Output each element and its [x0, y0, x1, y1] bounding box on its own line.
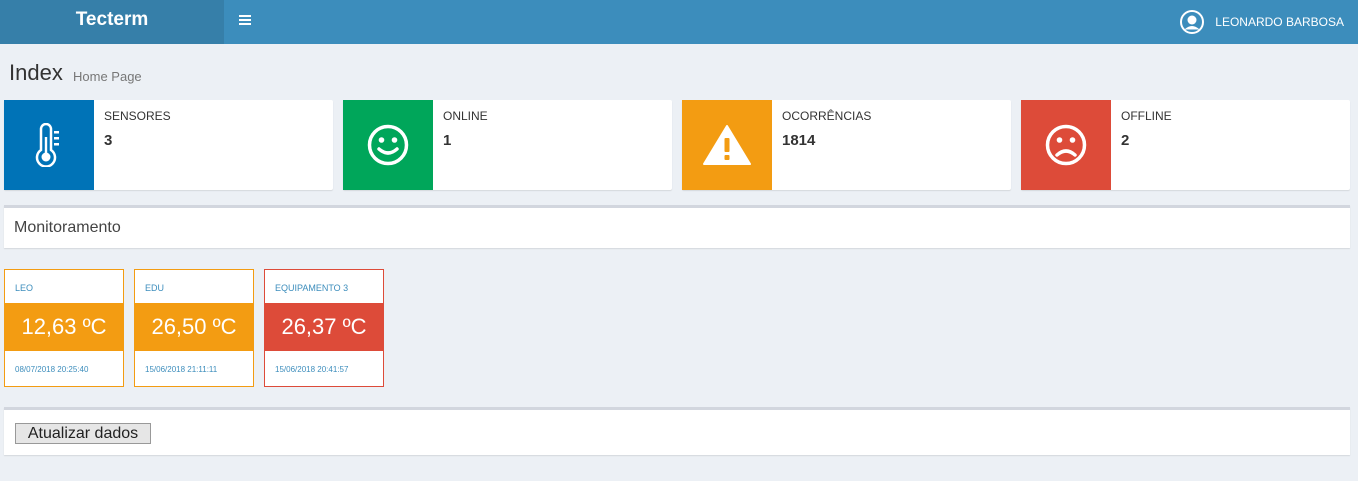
user-name: LEONARDO BARBOSA	[1215, 15, 1344, 29]
monitor-card-edu[interactable]: EDU 26,50 ºC 15/06/2018 21:11:11	[134, 269, 254, 387]
monitoring-title: Monitoramento	[14, 219, 121, 236]
frown-icon	[1021, 100, 1111, 190]
info-label: ONLINE	[443, 109, 488, 123]
main-header: Tecterm LEONARDO BARBOSA	[0, 0, 1358, 44]
actions-box	[4, 407, 1350, 455]
monitor-card-leo[interactable]: LEO 12,63 ºC 08/07/2018 20:25:40	[4, 269, 124, 387]
info-box-offline: OFFLINE 2	[1021, 100, 1350, 190]
page-title: Index	[9, 60, 63, 85]
user-menu[interactable]: LEONARDO BARBOSA	[1180, 0, 1358, 44]
info-label: OCORRÊNCIAS	[782, 109, 872, 123]
monitor-card-equipamento-3[interactable]: EQUIPAMENTO 3 26,37 ºC 15/06/2018 20:41:…	[264, 269, 384, 387]
thermometer-icon	[4, 100, 94, 190]
monitor-name: EDU	[145, 283, 165, 293]
info-box-sensores: SENSORES 3	[4, 100, 333, 190]
monitor-timestamp: 15/06/2018 20:41:57	[275, 365, 349, 374]
monitor-name: EQUIPAMENTO 3	[275, 283, 349, 293]
monitor-temperature: 26,50 ºC	[135, 303, 253, 351]
smile-icon	[343, 100, 433, 190]
warning-icon	[682, 100, 772, 190]
info-value: 2	[1121, 132, 1130, 149]
info-value: 1814	[782, 132, 816, 149]
update-data-button[interactable]: Atualizar dados	[15, 423, 151, 444]
info-box-ocorrencias: OCORRÊNCIAS 1814	[682, 100, 1011, 190]
hamburger-icon[interactable]	[234, 9, 258, 33]
monitor-temperature: 26,37 ºC	[265, 303, 383, 351]
page-subtitle: Home Page	[73, 69, 142, 84]
monitor-timestamp: 15/06/2018 21:11:11	[145, 365, 218, 374]
user-avatar-icon	[1180, 10, 1205, 34]
info-value: 3	[104, 132, 113, 149]
monitor-name: LEO	[15, 283, 34, 293]
info-value: 1	[443, 132, 452, 149]
info-box-online: ONLINE 1	[343, 100, 672, 190]
info-label: OFFLINE	[1121, 109, 1172, 123]
monitoring-box: Monitoramento	[4, 205, 1350, 248]
app-logo[interactable]: Tecterm	[0, 0, 224, 44]
monitor-timestamp: 08/07/2018 20:25:40	[15, 365, 89, 374]
monitor-temperature: 12,63 ºC	[5, 303, 123, 351]
info-label: SENSORES	[104, 109, 171, 123]
